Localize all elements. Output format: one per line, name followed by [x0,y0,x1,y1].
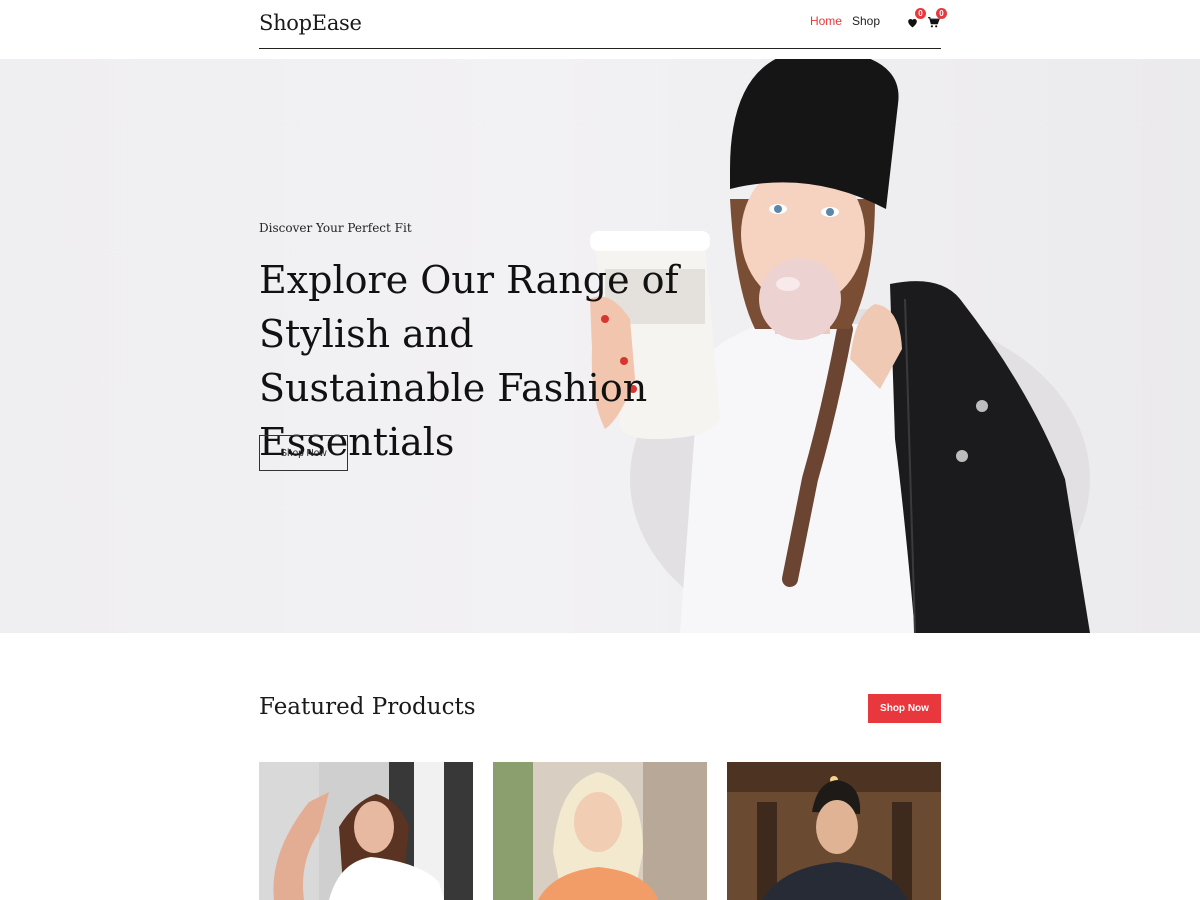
cart-button[interactable]: 0 [927,8,947,28]
wishlist-count-badge: 0 [915,8,926,19]
featured-products-title: Featured Products [259,694,476,720]
product-image [727,762,941,900]
site-header: ShopEase Home Shop 0 0 [259,0,947,49]
product-image [259,762,473,900]
nav-home-link[interactable]: Home [810,14,842,28]
product-grid [259,762,941,900]
nav-shop-link[interactable]: Shop [852,14,880,28]
nav-icons: 0 0 [899,8,947,28]
site-logo[interactable]: ShopEase [259,11,362,35]
wishlist-button[interactable]: 0 [906,8,926,28]
main-nav: Home Shop 0 0 [810,8,947,28]
hero-section: Discover Your Perfect Fit Explore Our Ra… [0,59,1200,633]
hero-eyebrow: Discover Your Perfect Fit [259,221,412,235]
hero-shop-now-button[interactable]: Shop Now [259,435,348,471]
product-card[interactable] [727,762,941,900]
cart-count-badge: 0 [936,8,947,19]
product-card[interactable] [493,762,707,900]
product-image [493,762,707,900]
featured-shop-now-button[interactable]: Shop Now [868,694,941,723]
product-card[interactable] [259,762,473,900]
